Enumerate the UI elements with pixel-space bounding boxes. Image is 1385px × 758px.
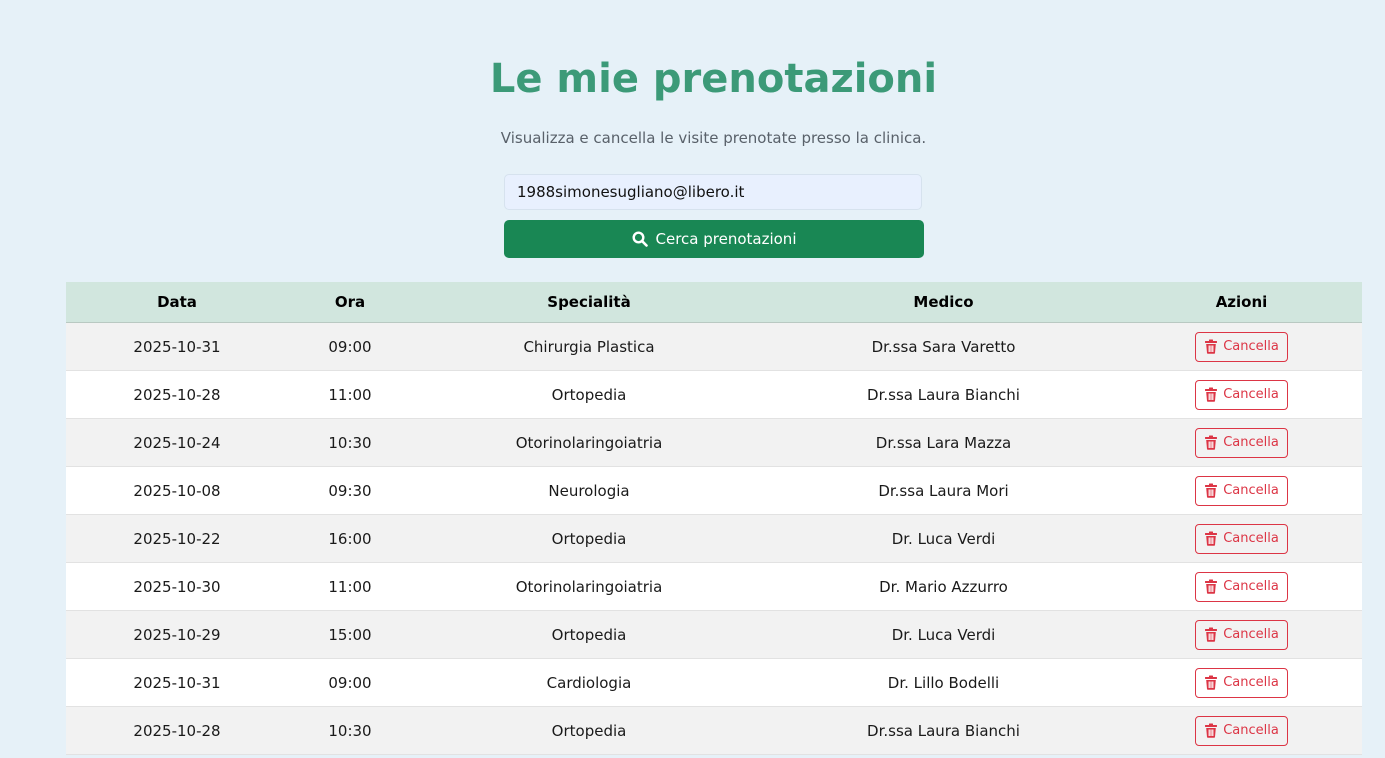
- cell-data: 2025-10-31: [66, 322, 288, 371]
- table-row: 2025-10-31 09:00 Cardiologia Dr. Lillo Bode…: [66, 658, 1362, 707]
- cell-data: 2025-10-28: [66, 706, 288, 755]
- cell-specialita: Otorinolaringoiatria: [412, 418, 766, 467]
- cell-azioni: Cancella: [1121, 370, 1362, 419]
- page-subtitle: Visualizza e cancella le visite prenotat…: [500, 129, 927, 147]
- cell-ora: 09:00: [288, 322, 412, 371]
- search-button-label: Cerca prenotazioni: [655, 230, 797, 248]
- cancel-booking-button[interactable]: Cancella: [1195, 523, 1288, 554]
- cell-medico: Dr.ssa Laura Bianchi: [766, 370, 1121, 419]
- table-row: 2025-10-28 10:30 Ortopedia Dr.ssa Laura Bia…: [66, 706, 1362, 755]
- cell-specialita: Ortopedia: [412, 370, 766, 419]
- cancel-button-label: Cancella: [1223, 579, 1279, 594]
- trash-icon: [1204, 579, 1218, 594]
- cell-ora: 11:00: [288, 370, 412, 419]
- trash-icon: [1204, 483, 1218, 498]
- cancel-button-label: Cancella: [1223, 675, 1279, 690]
- cell-data: 2025-10-30: [66, 562, 288, 611]
- trash-icon: [1204, 435, 1218, 450]
- cell-azioni: Cancella: [1121, 322, 1362, 371]
- cell-data: 2025-10-24: [66, 418, 288, 467]
- cell-medico: Dr. Mario Azzurro: [766, 562, 1121, 611]
- cell-medico: Dr.ssa Laura Bianchi: [766, 706, 1121, 755]
- cancel-booking-button[interactable]: Cancella: [1195, 379, 1288, 410]
- cell-azioni: Cancella: [1121, 514, 1362, 563]
- bookings-table: Data Ora Specialità Medico Azioni 2025-1…: [66, 282, 1362, 755]
- cancel-booking-button[interactable]: Cancella: [1195, 331, 1288, 362]
- cell-medico: Dr. Lillo Bodelli: [766, 658, 1121, 707]
- cancel-booking-button[interactable]: Cancella: [1195, 667, 1288, 698]
- cell-specialita: Ortopedia: [412, 610, 766, 659]
- cell-specialita: Ortopedia: [412, 514, 766, 563]
- cell-medico: Dr.ssa Lara Mazza: [766, 418, 1121, 467]
- cell-ora: 11:00: [288, 562, 412, 611]
- column-header-data: Data: [66, 282, 288, 323]
- cell-ora: 09:30: [288, 466, 412, 515]
- search-icon: [631, 231, 648, 247]
- cell-medico: Dr. Luca Verdi: [766, 610, 1121, 659]
- email-input[interactable]: [504, 174, 922, 210]
- cell-data: 2025-10-31: [66, 658, 288, 707]
- cancel-button-label: Cancella: [1223, 435, 1279, 450]
- trash-icon: [1204, 723, 1218, 738]
- cell-specialita: Neurologia: [412, 466, 766, 515]
- cell-data: 2025-10-08: [66, 466, 288, 515]
- column-header-medico: Medico: [766, 282, 1121, 323]
- cell-azioni: Cancella: [1121, 418, 1362, 467]
- table-row: 2025-10-24 10:30 Otorinolaringoiatria Dr.ss…: [66, 418, 1362, 467]
- cell-azioni: Cancella: [1121, 466, 1362, 515]
- cancel-button-label: Cancella: [1223, 387, 1279, 402]
- cell-ora: 16:00: [288, 514, 412, 563]
- trash-icon: [1204, 627, 1218, 642]
- cancel-booking-button[interactable]: Cancella: [1195, 619, 1288, 650]
- cell-medico: Dr. Luca Verdi: [766, 514, 1121, 563]
- table-row: 2025-10-22 16:00 Ortopedia Dr. Luca Verdi Ca…: [66, 514, 1362, 563]
- trash-icon: [1204, 387, 1218, 402]
- bookings-table-container: Data Ora Specialità Medico Azioni 2025-1…: [66, 282, 1362, 755]
- cell-medico: Dr.ssa Laura Mori: [766, 466, 1121, 515]
- cell-ora: 10:30: [288, 418, 412, 467]
- cell-azioni: Cancella: [1121, 562, 1362, 611]
- search-bookings-button[interactable]: Cerca prenotazioni: [504, 220, 924, 258]
- cell-specialita: Otorinolaringoiatria: [412, 562, 766, 611]
- column-header-specialita: Specialità: [412, 282, 766, 323]
- cell-data: 2025-10-28: [66, 370, 288, 419]
- cell-ora: 09:00: [288, 658, 412, 707]
- cancel-button-label: Cancella: [1223, 531, 1279, 546]
- column-header-azioni: Azioni: [1121, 282, 1362, 323]
- cell-specialita: Ortopedia: [412, 706, 766, 755]
- cell-data: 2025-10-29: [66, 610, 288, 659]
- cell-azioni: Cancella: [1121, 706, 1362, 755]
- column-header-ora: Ora: [288, 282, 412, 323]
- cancel-booking-button[interactable]: Cancella: [1195, 571, 1288, 602]
- cell-specialita: Cardiologia: [412, 658, 766, 707]
- cell-medico: Dr.ssa Sara Varetto: [766, 322, 1121, 371]
- table-row: 2025-10-31 09:00 Chirurgia Plastica Dr.ssa …: [66, 322, 1362, 371]
- cell-ora: 10:30: [288, 706, 412, 755]
- bookings-page: Le mie prenotazioni Visualizza e cancell…: [0, 0, 1385, 758]
- cancel-button-label: Cancella: [1223, 723, 1279, 738]
- table-row: 2025-10-28 11:00 Ortopedia Dr.ssa Laura Bia…: [66, 370, 1362, 419]
- trash-icon: [1204, 675, 1218, 690]
- cell-specialita: Chirurgia Plastica: [412, 322, 766, 371]
- cell-data: 2025-10-22: [66, 514, 288, 563]
- table-header-row: Data Ora Specialità Medico Azioni: [66, 282, 1362, 323]
- cell-azioni: Cancella: [1121, 658, 1362, 707]
- cancel-booking-button[interactable]: Cancella: [1195, 427, 1288, 458]
- trash-icon: [1204, 339, 1218, 354]
- table-row: 2025-10-08 09:30 Neurologia Dr.ssa Laura Mo…: [66, 466, 1362, 515]
- cancel-booking-button[interactable]: Cancella: [1195, 475, 1288, 506]
- cancel-booking-button[interactable]: Cancella: [1195, 715, 1288, 746]
- cell-ora: 15:00: [288, 610, 412, 659]
- cancel-button-label: Cancella: [1223, 483, 1279, 498]
- cancel-button-label: Cancella: [1223, 627, 1279, 642]
- cell-azioni: Cancella: [1121, 610, 1362, 659]
- table-row: 2025-10-29 15:00 Ortopedia Dr. Luca Verdi Ca…: [66, 610, 1362, 659]
- trash-icon: [1204, 531, 1218, 546]
- page-title: Le mie prenotazioni: [489, 56, 938, 102]
- table-row: 2025-10-30 11:00 Otorinolaringoiatria Dr. M…: [66, 562, 1362, 611]
- cancel-button-label: Cancella: [1223, 339, 1279, 354]
